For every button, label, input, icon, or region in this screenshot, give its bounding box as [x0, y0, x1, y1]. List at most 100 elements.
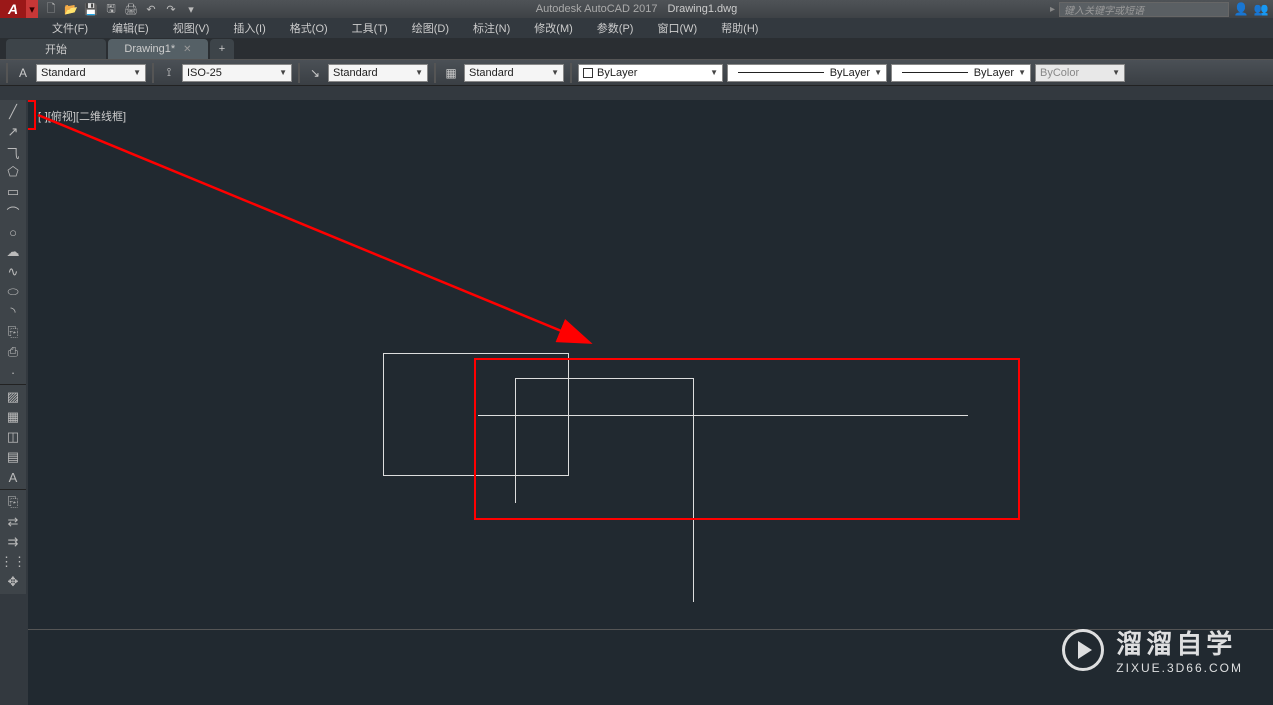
quick-access-toolbar: 🗋 📂 💾 🖫 🖨 ↶ ↷ ▾ [42, 1, 200, 17]
title-center: Autodesk AutoCAD 2017 Drawing1.dwg [536, 3, 737, 15]
menu-format[interactable]: 格式(O) [278, 18, 340, 38]
gradient-tool-icon[interactable]: ▦ [1, 407, 25, 427]
line-tool-icon[interactable]: ╱ [1, 102, 25, 122]
modify-array-icon[interactable]: ⋮⋮ [1, 552, 25, 572]
menu-window[interactable]: 窗口(W) [645, 18, 709, 38]
linetype-combo[interactable]: ByLayer ▼ [727, 64, 887, 82]
modify-move-icon[interactable]: ✥ [1, 572, 25, 592]
chevron-down-icon: ▼ [874, 68, 882, 77]
menu-view[interactable]: 视图(V) [161, 18, 222, 38]
menu-edit[interactable]: 编辑(E) [100, 18, 161, 38]
saveas-icon[interactable]: 🖫 [102, 1, 120, 17]
tab-start-label: 开始 [45, 41, 67, 57]
ellipse-arc-tool-icon[interactable]: ◝ [1, 302, 25, 322]
separator [298, 63, 300, 83]
watermark: 溜溜自学 ZIXUE.3D66.COM [1062, 624, 1243, 675]
app-logo[interactable]: A [0, 0, 26, 18]
tablestyle-value: Standard [469, 67, 514, 79]
chevron-down-icon: ▼ [133, 68, 141, 77]
spline-tool-icon[interactable]: ∿ [1, 262, 25, 282]
color-combo[interactable]: ByLayer ▼ [578, 64, 723, 82]
point-tool-icon[interactable]: · [1, 362, 25, 382]
modify-offset-icon[interactable]: ⇉ [1, 532, 25, 552]
circle-tool-icon[interactable]: ○ [1, 222, 25, 242]
tablestyle-combo[interactable]: Standard▼ [464, 64, 564, 82]
separator [0, 489, 26, 490]
app-menu-dropdown[interactable]: ▾ [26, 0, 38, 18]
linetype-value: ByLayer [830, 67, 870, 79]
tab-drawing1[interactable]: Drawing1* ✕ [108, 39, 208, 59]
mleaderstyle-value: Standard [333, 67, 378, 79]
menu-dimension[interactable]: 标注(N) [461, 18, 522, 38]
insert-block-icon[interactable]: ⎘ [1, 322, 25, 342]
mleaderstyle-icon[interactable]: ↘ [306, 64, 324, 82]
mleaderstyle-combo[interactable]: Standard ▼ [328, 64, 428, 82]
modify-mirror-icon[interactable]: ⇄ [1, 512, 25, 532]
textstyle-combo[interactable]: Standard ▼ [36, 64, 146, 82]
table-tool-icon[interactable]: ▤ [1, 447, 25, 467]
viewport-label[interactable]: [-][俯视][二维线框] [38, 108, 126, 124]
tab-new[interactable]: + [210, 39, 234, 59]
construction-line-icon[interactable]: ↗ [1, 122, 25, 142]
infocenter-search[interactable]: 键入关键字或短语 [1059, 2, 1229, 17]
document-name: Drawing1.dwg [668, 3, 738, 15]
open-icon[interactable]: 📂 [62, 1, 80, 17]
lineweight-preview [902, 72, 968, 73]
close-icon[interactable]: ✕ [183, 44, 191, 55]
dimstyle-value: ISO-25 [187, 67, 222, 79]
annotation-tool-highlight [28, 100, 36, 130]
title-bar: A ▾ 🗋 📂 💾 🖫 🖨 ↶ ↷ ▾ Autodesk AutoCAD 201… [0, 0, 1273, 18]
play-icon [1062, 629, 1104, 671]
make-block-icon[interactable]: ⎙ [1, 342, 25, 362]
ellipse-tool-icon[interactable]: ⬭ [1, 282, 25, 302]
menu-insert[interactable]: 插入(I) [221, 18, 277, 38]
exchange-icon[interactable]: 👥 [1253, 1, 1269, 17]
drawing-canvas[interactable]: [-][俯视][二维线框] 溜溜自学 ZIXUE.3D66.COM [28, 100, 1273, 705]
lineweight-combo[interactable]: ByLayer▼ [891, 64, 1031, 82]
hatch-tool-icon[interactable]: ▨ [1, 387, 25, 407]
menu-draw[interactable]: 绘图(D) [400, 18, 461, 38]
title-right: ▸ 键入关键字或短语 👤 👥 [1050, 1, 1269, 17]
menu-tools[interactable]: 工具(T) [340, 18, 400, 38]
watermark-text: 溜溜自学 ZIXUE.3D66.COM [1116, 624, 1243, 675]
linetype-preview [738, 72, 824, 73]
modify-copy-icon[interactable]: ⎘ [1, 492, 25, 512]
plus-icon: + [219, 43, 225, 55]
dimstyle-combo[interactable]: ISO-25▼ [182, 64, 292, 82]
plotstyle-combo[interactable]: ByColor▼ [1035, 64, 1125, 82]
color-value: ByLayer [597, 67, 637, 79]
polygon-tool-icon[interactable]: ⬠ [1, 162, 25, 182]
mtext-tool-icon[interactable]: A [1, 467, 25, 487]
color-swatch [583, 68, 593, 78]
menu-modify[interactable]: 修改(M) [522, 18, 585, 38]
revcloud-tool-icon[interactable]: ☁ [1, 242, 25, 262]
plot-icon[interactable]: 🖨 [122, 1, 140, 17]
rectangle-tool-icon[interactable]: ▭ [1, 182, 25, 202]
menu-bar: 文件(F) 编辑(E) 视图(V) 插入(I) 格式(O) 工具(T) 绘图(D… [0, 18, 1273, 38]
chevron-down-icon: ▼ [710, 68, 718, 77]
watermark-en: ZIXUE.3D66.COM [1116, 661, 1243, 675]
textstyle-icon[interactable]: A [14, 64, 32, 82]
menu-parametric[interactable]: 参数(P) [585, 18, 646, 38]
save-icon[interactable]: 💾 [82, 1, 100, 17]
qat-more-icon[interactable]: ▾ [182, 1, 200, 17]
chevron-down-icon: ▼ [1018, 68, 1026, 77]
textstyle-value: Standard [41, 67, 86, 79]
tablestyle-icon[interactable]: ▦ [442, 64, 460, 82]
redo-icon[interactable]: ↷ [162, 1, 180, 17]
separator [570, 63, 572, 83]
arrow-icon: ▸ [1050, 4, 1055, 15]
tab-start[interactable]: 开始 [6, 39, 106, 59]
new-icon[interactable]: 🗋 [42, 1, 60, 17]
separator [6, 63, 8, 83]
draw-toolbar: ╱ ↗ ⺄ ⬠ ▭ ⌒ ○ ☁ ∿ ⬭ ◝ ⎘ ⎙ · ▨ ▦ ◫ ▤ A ⎘ … [0, 100, 26, 594]
dimstyle-icon[interactable]: ⟟ [160, 64, 178, 82]
arc-tool-icon[interactable]: ⌒ [1, 202, 25, 222]
chevron-down-icon: ▼ [415, 68, 423, 77]
polyline-tool-icon[interactable]: ⺄ [1, 142, 25, 162]
menu-help[interactable]: 帮助(H) [709, 18, 770, 38]
menu-file[interactable]: 文件(F) [40, 18, 100, 38]
undo-icon[interactable]: ↶ [142, 1, 160, 17]
signin-icon[interactable]: 👤 [1233, 1, 1249, 17]
region-tool-icon[interactable]: ◫ [1, 427, 25, 447]
